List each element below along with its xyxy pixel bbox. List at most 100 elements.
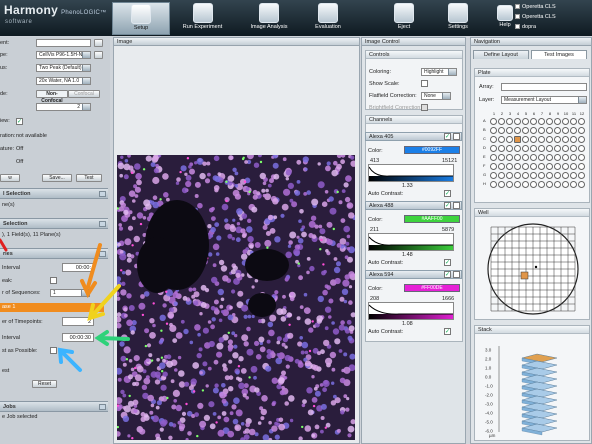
coloring-select[interactable]: Highlight (421, 68, 457, 76)
z-stack-view[interactable]: 3.02.01.00.0-1.0-2.0-3.0-4.0-5.0-6.0 µm (477, 336, 587, 440)
plate-well[interactable] (578, 127, 585, 134)
tab-test-images[interactable]: Test Images (531, 50, 587, 59)
plate-well[interactable] (554, 154, 561, 161)
plate-well[interactable] (498, 118, 505, 125)
field-selection-header[interactable]: Selection (0, 218, 108, 229)
plate-well[interactable] (522, 154, 529, 161)
well-selection-header[interactable]: l Selection (0, 188, 108, 199)
microscopy-image[interactable] (117, 155, 355, 440)
plate-well[interactable] (538, 154, 545, 161)
channel-visible-checkbox[interactable]: ✓ (444, 202, 451, 209)
plate-well[interactable] (498, 163, 505, 170)
plate-well[interactable] (506, 181, 513, 188)
plate-well[interactable] (538, 163, 545, 170)
experiment-name-field[interactable] (36, 39, 91, 47)
collapse-icon[interactable] (99, 251, 106, 257)
plate-well[interactable] (554, 118, 561, 125)
plate-well[interactable] (578, 145, 585, 152)
plate-map[interactable]: 1 2 3 4 5 6 7 8 9 10 11 12 A B C D E F G H (483, 111, 587, 199)
jobs-header[interactable]: Jobs (0, 401, 108, 412)
array-select[interactable] (501, 83, 587, 91)
toolbar-help-button[interactable]: Help (493, 2, 517, 35)
reset-button[interactable]: Reset (32, 380, 57, 388)
plate-well[interactable] (538, 145, 545, 152)
toolbar-setup-button[interactable]: Setup (112, 2, 170, 35)
plate-well[interactable] (538, 181, 545, 188)
plate-well[interactable] (562, 154, 569, 161)
histogram-alexa405[interactable] (368, 164, 454, 182)
auto-contrast-checkbox[interactable]: ✓ (444, 259, 451, 266)
plate-well[interactable] (498, 145, 505, 152)
plate-well[interactable] (530, 127, 537, 134)
plate-well[interactable] (514, 163, 521, 170)
plate-well[interactable] (538, 136, 545, 143)
plate-well[interactable] (522, 163, 529, 170)
toolbar-run-experiment-button[interactable]: Run Experiment (175, 2, 230, 35)
toolbar-evaluation-button[interactable]: Evaluation (308, 2, 348, 35)
toolbar-settings-button[interactable]: Settings (442, 2, 474, 35)
toolbar-eject-button[interactable]: Eject (388, 2, 420, 35)
plate-well-selected[interactable] (514, 136, 521, 143)
plate-well[interactable] (578, 163, 585, 170)
plate-well[interactable] (530, 118, 537, 125)
plate-well[interactable] (506, 127, 513, 134)
show-scale-checkbox[interactable] (421, 80, 428, 87)
plate-well[interactable] (514, 181, 521, 188)
plate-well[interactable] (570, 154, 577, 161)
plate-well[interactable] (546, 127, 553, 134)
auto-contrast-checkbox[interactable]: ✓ (444, 328, 451, 335)
selected-field[interactable] (520, 271, 529, 280)
plate-well[interactable] (554, 127, 561, 134)
plate-well[interactable] (538, 172, 545, 179)
plate-well[interactable] (530, 181, 537, 188)
time-series-header[interactable]: ries (0, 248, 108, 259)
plate-well[interactable] (490, 163, 497, 170)
plate-well[interactable] (498, 136, 505, 143)
channel-visible-checkbox[interactable]: ✓ (444, 271, 451, 278)
plate-well[interactable] (554, 181, 561, 188)
histogram-alexa594[interactable] (368, 302, 454, 320)
plate-well[interactable] (562, 172, 569, 179)
plate-well[interactable] (522, 136, 529, 143)
layer-select[interactable]: Measurement Layout (501, 96, 587, 104)
channel-color-button[interactable]: #AAFF00 (404, 215, 460, 223)
plate-well[interactable] (530, 172, 537, 179)
non-confocal-toggle[interactable]: Non-Confocal (36, 90, 68, 104)
plate-well[interactable] (530, 136, 537, 143)
test-button[interactable]: Test (76, 174, 102, 182)
plate-well[interactable] (570, 118, 577, 125)
plate-well[interactable] (570, 172, 577, 179)
plate-well[interactable] (514, 154, 521, 161)
collapse-icon[interactable] (99, 404, 106, 410)
plate-well[interactable] (546, 136, 553, 143)
phase-header[interactable]: ase 1 (0, 303, 104, 312)
collapse-icon[interactable] (99, 191, 106, 197)
save-button[interactable]: Save... (42, 174, 72, 182)
interval-input[interactable]: 00:00: (62, 263, 94, 272)
fast-checkbox[interactable] (50, 347, 57, 354)
channel-color-button[interactable]: #0092FF (404, 146, 460, 154)
plate-well[interactable] (546, 154, 553, 161)
sequences-select[interactable]: 1 (50, 289, 90, 297)
plate-well[interactable] (562, 181, 569, 188)
plate-well[interactable] (506, 172, 513, 179)
preview-checkbox[interactable]: ✓ (16, 118, 23, 125)
plate-well[interactable] (562, 118, 569, 125)
peak-checkbox[interactable] (50, 277, 57, 284)
plate-well[interactable] (490, 136, 497, 143)
channel-color-button[interactable]: #FF00DE (404, 284, 460, 292)
plate-well[interactable] (490, 181, 497, 188)
plate-well[interactable] (546, 145, 553, 152)
plate-well[interactable] (506, 136, 513, 143)
plate-well[interactable] (490, 127, 497, 134)
plate-well[interactable] (562, 136, 569, 143)
plate-well[interactable] (506, 145, 513, 152)
plate-well[interactable] (546, 118, 553, 125)
plate-well[interactable] (554, 172, 561, 179)
histogram-alexa488[interactable] (368, 233, 454, 251)
plate-well[interactable] (578, 118, 585, 125)
plate-well[interactable] (490, 172, 497, 179)
plate-well[interactable] (546, 172, 553, 179)
tab-define-layout[interactable]: Define Layout (473, 50, 529, 59)
plate-well[interactable] (578, 136, 585, 143)
